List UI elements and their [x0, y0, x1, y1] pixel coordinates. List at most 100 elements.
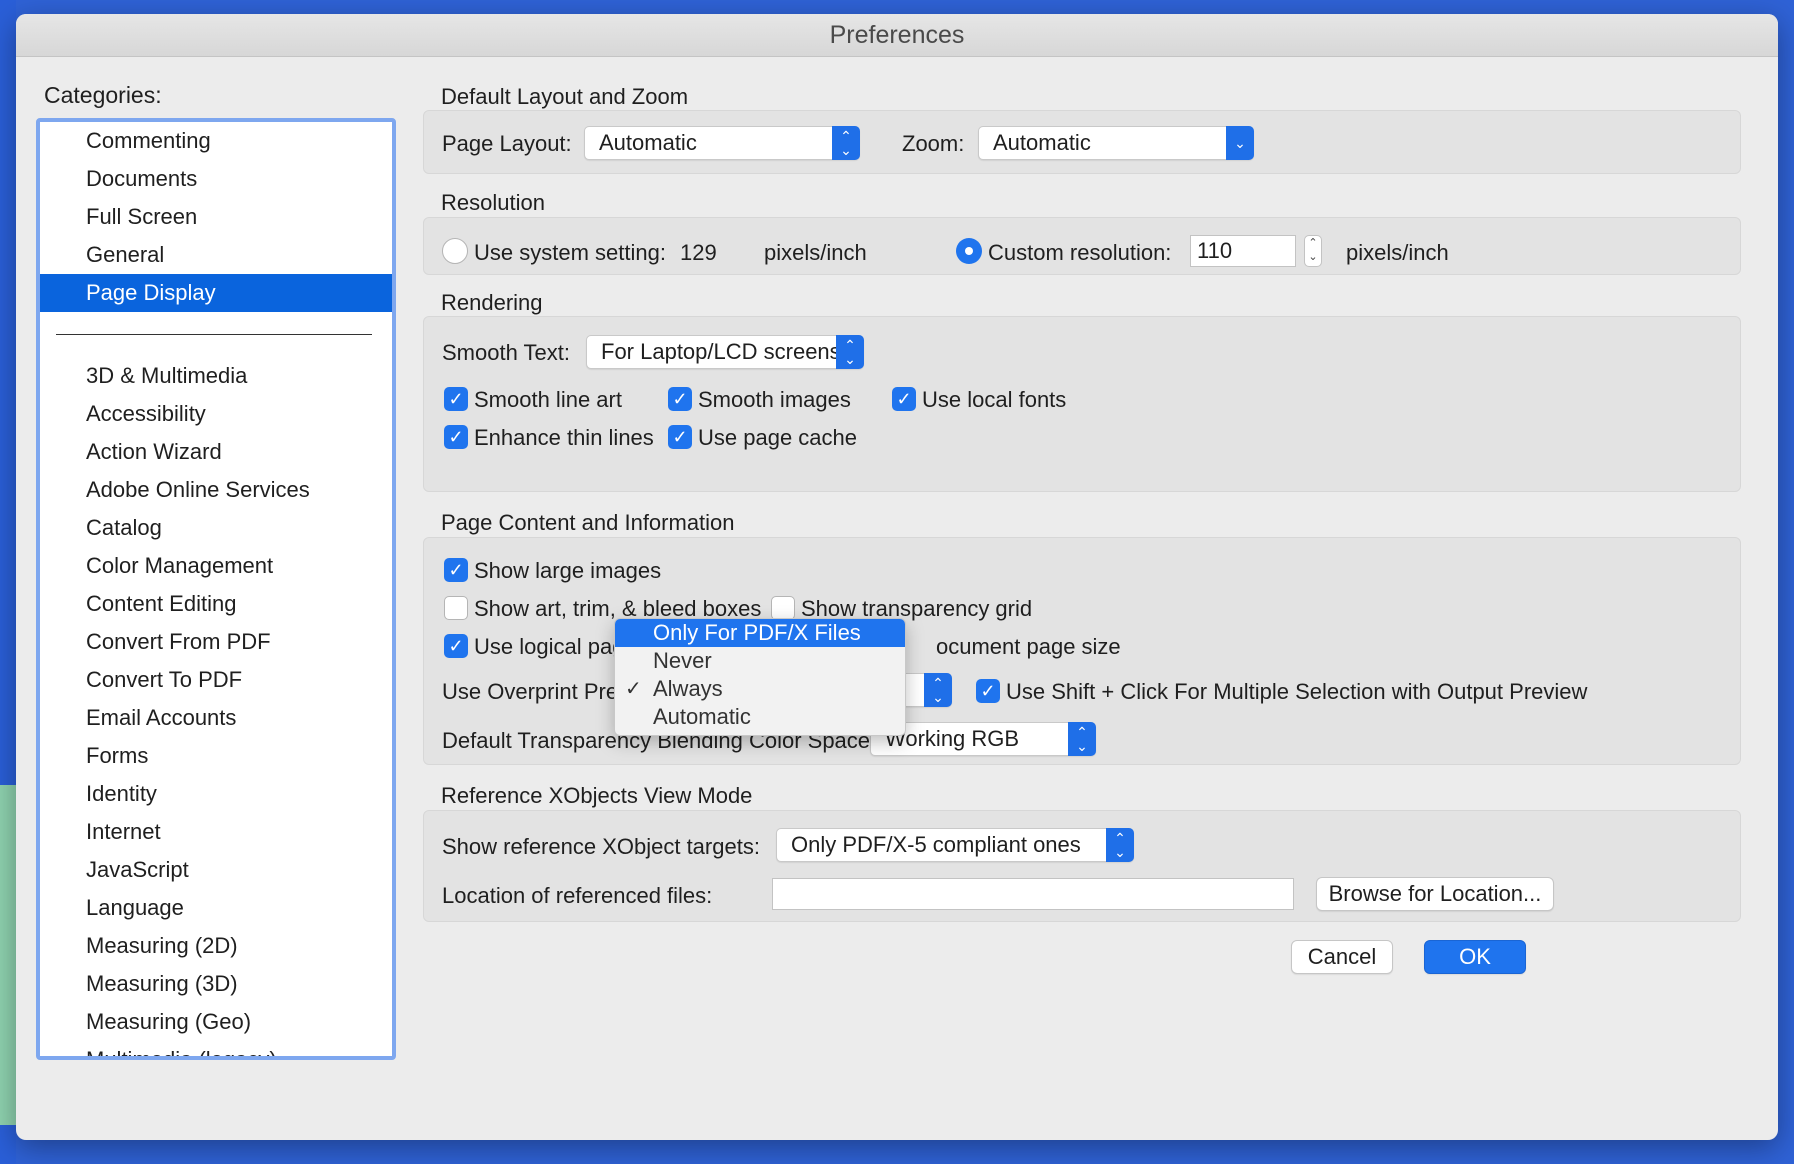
category-item[interactable]: Accessibility [40, 395, 392, 433]
preferences-window: Preferences Categories: Commenting Docum… [16, 14, 1778, 1140]
smooth-images-label: Smooth images [698, 387, 851, 412]
menu-item-label: Always [653, 676, 723, 701]
category-item[interactable]: Measuring (Geo) [40, 1003, 392, 1041]
category-item-documents[interactable]: Documents [40, 160, 392, 198]
use-logical-page-checkbox[interactable]: ✓ [444, 634, 468, 658]
category-item[interactable]: Action Wizard [40, 433, 392, 471]
show-large-images-checkbox[interactable]: ✓ [444, 558, 468, 582]
category-item[interactable]: Measuring (3D) [40, 965, 392, 1003]
page-layout-label: Page Layout: [442, 131, 572, 156]
category-item-general[interactable]: General [40, 236, 392, 274]
layout-zoom-group: Page Layout: Automatic ⌃ ⌄ Zoom: Automati… [423, 110, 1741, 174]
category-item-page-display[interactable]: Page Display [40, 274, 392, 312]
system-setting-radio[interactable] [442, 238, 468, 264]
category-item[interactable]: JavaScript [40, 851, 392, 889]
enhance-thin-lines-checkbox[interactable]: ✓ [444, 425, 468, 449]
system-setting-label: Use system setting: [474, 240, 666, 265]
smooth-text-select[interactable]: For Laptop/LCD screens ⌃ ⌄ [586, 335, 864, 369]
up-down-chevron-icon: ⌃ ⌄ [832, 126, 860, 160]
page-layout-select[interactable]: Automatic ⌃ ⌄ [584, 126, 860, 160]
page-layout-value: Automatic [599, 130, 697, 155]
section-title-page-content: Page Content and Information [441, 510, 735, 535]
category-item[interactable]: Content Editing [40, 585, 392, 623]
category-item[interactable]: Identity [40, 775, 392, 813]
section-title-layout-zoom: Default Layout and Zoom [441, 84, 689, 109]
shift-click-selection-checkbox[interactable]: ✓ [976, 679, 1000, 703]
xobject-targets-value: Only PDF/X-5 compliant ones [791, 832, 1081, 857]
use-page-cache-checkbox[interactable]: ✓ [668, 425, 692, 449]
cancel-button[interactable]: Cancel [1291, 940, 1393, 974]
category-item[interactable]: Color Management [40, 547, 392, 585]
smooth-text-label: Smooth Text: [442, 340, 570, 365]
xobjects-group: Show reference XObject targets: Only PDF… [423, 810, 1741, 922]
document-page-size-label: ocument page size [936, 634, 1121, 659]
custom-resolution-radio[interactable] [956, 238, 982, 264]
xobject-targets-label: Show reference XObject targets: [442, 834, 760, 859]
use-page-cache-label: Use page cache [698, 425, 857, 450]
smooth-images-checkbox[interactable]: ✓ [668, 387, 692, 411]
zoom-label: Zoom: [902, 131, 965, 156]
category-item[interactable]: Adobe Online Services [40, 471, 392, 509]
smooth-line-art-label: Smooth line art [474, 387, 622, 412]
ok-button[interactable]: OK [1424, 940, 1526, 974]
browse-location-button[interactable]: Browse for Location... [1316, 877, 1554, 911]
referenced-files-location-label: Location of referenced files: [442, 883, 713, 908]
use-local-fonts-checkbox[interactable]: ✓ [892, 387, 916, 411]
category-item[interactable]: Convert To PDF [40, 661, 392, 699]
category-item[interactable]: 3D & Multimedia [40, 357, 392, 395]
menu-item-label: Automatic [653, 704, 751, 729]
system-setting-value: 129 [680, 240, 717, 265]
rendering-group: Smooth Text: For Laptop/LCD screens ⌃ ⌄ ✓… [423, 316, 1741, 492]
up-down-chevron-icon: ⌃ ⌄ [836, 335, 864, 369]
chevron-down-icon: ⌄ [1226, 126, 1254, 160]
zoom-value: Automatic [993, 130, 1091, 155]
menu-item-never[interactable]: Never [615, 647, 905, 675]
up-down-chevron-icon: ⌃ ⌄ [1068, 722, 1096, 756]
menu-item-label: Never [653, 648, 712, 673]
page-display-settings: Default Layout and Zoom Page Layout: Aut… [423, 14, 1761, 1140]
custom-resolution-input[interactable]: 110 [1190, 235, 1296, 267]
overprint-preview-menu[interactable]: Only For PDF/X Files Never ✓ Always Autom… [614, 618, 906, 736]
checkmark-icon: ✓ [625, 678, 642, 700]
category-item[interactable]: Multimedia (legacy) [40, 1041, 392, 1056]
xobject-targets-select[interactable]: Only PDF/X-5 compliant ones ⌃ ⌄ [776, 828, 1134, 862]
menu-item-automatic[interactable]: Automatic [615, 703, 905, 731]
use-local-fonts-label: Use local fonts [922, 387, 1067, 412]
category-item-commenting[interactable]: Commenting [40, 122, 392, 160]
category-item[interactable]: Forms [40, 737, 392, 775]
smooth-line-art-checkbox[interactable]: ✓ [444, 387, 468, 411]
section-title-resolution: Resolution [441, 190, 545, 215]
category-item[interactable]: Measuring (2D) [40, 927, 392, 965]
category-item[interactable]: Language [40, 889, 392, 927]
custom-resolution-label: Custom resolution: [988, 240, 1172, 265]
category-top-group: Commenting Documents Full Screen General… [40, 122, 392, 312]
category-divider [56, 334, 372, 335]
zoom-select[interactable]: Automatic ⌄ [978, 126, 1254, 160]
show-large-images-label: Show large images [474, 558, 662, 583]
referenced-files-location-input[interactable] [772, 878, 1294, 910]
custom-resolution-unit: pixels/inch [1346, 240, 1449, 265]
system-setting-unit: pixels/inch [764, 240, 867, 265]
category-other-group: 3D & Multimedia Accessibility Action Wiz… [40, 357, 392, 1056]
up-down-chevron-icon: ⌃ ⌄ [1106, 828, 1134, 862]
category-item[interactable]: Catalog [40, 509, 392, 547]
enhance-thin-lines-label: Enhance thin lines [474, 425, 654, 450]
categories-list[interactable]: Commenting Documents Full Screen General… [36, 118, 396, 1060]
category-item[interactable]: Email Accounts [40, 699, 392, 737]
category-item-full-screen[interactable]: Full Screen [40, 198, 392, 236]
show-transparency-grid-checkbox[interactable]: ✓ [771, 596, 795, 620]
resolution-stepper[interactable]: ⌃ ⌄ [1304, 235, 1322, 267]
category-item[interactable]: Internet [40, 813, 392, 851]
categories-label: Categories: [44, 82, 162, 108]
section-title-xobjects: Reference XObjects View Mode [441, 783, 753, 808]
category-item[interactable]: Convert From PDF [40, 623, 392, 661]
smooth-text-value: For Laptop/LCD screens [601, 339, 841, 364]
show-art-trim-checkbox[interactable]: ✓ [444, 596, 468, 620]
menu-item-always[interactable]: ✓ Always [615, 675, 905, 703]
shift-click-selection-label: Use Shift + Click For Multiple Selection… [1006, 679, 1588, 704]
resolution-group: Use system setting: 129 pixels/inch Cust… [423, 217, 1741, 275]
section-title-rendering: Rendering [441, 290, 543, 315]
menu-item-label: Only For PDF/X Files [653, 620, 861, 645]
menu-item-only-pdfx[interactable]: Only For PDF/X Files [615, 619, 905, 647]
up-down-chevron-icon: ⌃ ⌄ [924, 673, 952, 707]
